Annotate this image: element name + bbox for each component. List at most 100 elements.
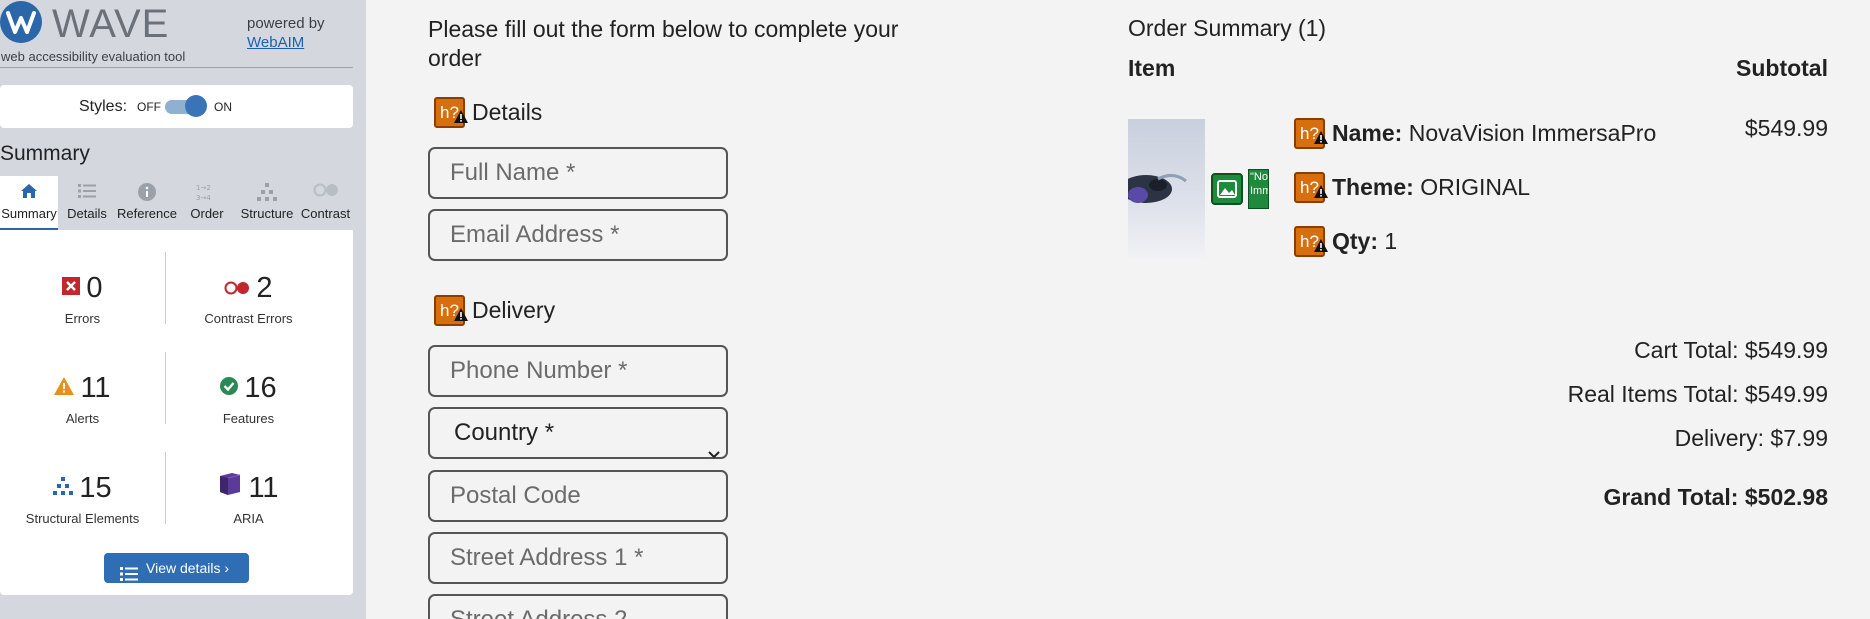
heading-badge-icon[interactable]: h? bbox=[1294, 118, 1328, 152]
country-select[interactable]: Country * bbox=[428, 407, 728, 459]
theme-value: ORIGINAL bbox=[1420, 174, 1531, 200]
styles-toggle-panel: Styles: OFF ON bbox=[0, 85, 353, 128]
error-icon bbox=[62, 270, 81, 302]
stat-alerts[interactable]: 11 Alerts bbox=[0, 372, 165, 426]
wave-logo-icon bbox=[0, 1, 42, 43]
item-subtotal: $549.99 bbox=[1744, 115, 1828, 141]
list-icon bbox=[120, 561, 138, 591]
qty-label: Qty: bbox=[1332, 228, 1378, 254]
postal-code-input[interactable]: Postal Code bbox=[428, 470, 728, 522]
tab-order[interactable]: 1→2 3→4 Order bbox=[178, 176, 236, 230]
stat-value: 11 bbox=[248, 472, 279, 504]
stat-value: 15 bbox=[79, 472, 112, 504]
cart-total: Cart Total: $549.99 bbox=[1634, 337, 1828, 363]
subtotal-column-header: Subtotal bbox=[1736, 55, 1828, 81]
chevron-down-icon bbox=[708, 428, 720, 475]
stat-value: 2 bbox=[256, 272, 273, 304]
toggle-on-label: ON bbox=[214, 100, 232, 114]
tab-label: Contrast bbox=[300, 206, 351, 221]
stat-label: Alerts bbox=[65, 411, 100, 427]
heading-badge-icon[interactable]: h? bbox=[1294, 172, 1328, 206]
warning-icon bbox=[1314, 179, 1328, 206]
warning-icon bbox=[1314, 125, 1328, 152]
order-summary-title: Order Summary (1) bbox=[1128, 15, 1327, 41]
wave-header: WAVE web accessibility evaluation tool p… bbox=[0, 0, 353, 68]
wave-tagline: web accessibility evaluation tool bbox=[1, 49, 186, 64]
phone-input[interactable]: Phone Number * bbox=[428, 345, 728, 397]
delivery-heading-text: Delivery bbox=[472, 297, 556, 323]
tab-structure[interactable]: Structure bbox=[236, 176, 298, 230]
stat-value: 16 bbox=[244, 372, 277, 404]
stat-label: Contrast Errors bbox=[204, 311, 293, 327]
street-address-2-input[interactable]: Street Address 2 bbox=[428, 594, 728, 619]
tab-details[interactable]: Details bbox=[58, 176, 116, 230]
theme-label: Theme: bbox=[1332, 174, 1414, 200]
stat-value: 11 bbox=[80, 372, 111, 404]
heading-badge-icon[interactable]: h? bbox=[434, 97, 468, 131]
name-label: Name: bbox=[1332, 120, 1403, 146]
tab-label: Order bbox=[190, 206, 224, 221]
tab-reference[interactable]: Reference bbox=[116, 176, 178, 230]
alert-icon bbox=[54, 370, 75, 402]
item-column-header: Item bbox=[1128, 55, 1176, 81]
contrast-error-icon bbox=[224, 270, 250, 302]
stat-label: ARIA bbox=[233, 511, 264, 527]
stat-label: Errors bbox=[64, 311, 101, 327]
stat-label: Structural Elements bbox=[25, 511, 140, 527]
summary-title: Summary bbox=[0, 142, 90, 165]
form-intro: Please fill out the form below to comple… bbox=[428, 16, 899, 71]
webaim-link[interactable]: WebAIM bbox=[247, 34, 304, 51]
aria-icon bbox=[218, 470, 242, 502]
wave-tabs: Summary Details Reference 1→2 3→4 Order S… bbox=[0, 176, 353, 230]
powered-by-label: powered by bbox=[247, 15, 325, 32]
contrast-icon bbox=[298, 176, 353, 206]
stat-label: Features bbox=[222, 411, 275, 427]
delivery-cost: Delivery: $7.99 bbox=[1674, 425, 1828, 451]
stat-contrast-errors[interactable]: 2 Contrast Errors bbox=[166, 272, 331, 326]
product-image bbox=[1128, 119, 1205, 259]
stat-features[interactable]: 16 Features bbox=[166, 372, 331, 426]
toggle-off-label: OFF bbox=[137, 100, 161, 114]
warning-icon bbox=[454, 104, 468, 131]
wave-sidebar: WAVE web accessibility evaluation tool p… bbox=[0, 0, 366, 619]
summary-panel: 0 Errors 2 Contrast Errors 11 Alerts 16 … bbox=[0, 230, 353, 595]
warning-icon bbox=[454, 302, 468, 329]
tab-label: Details bbox=[67, 206, 107, 221]
info-icon bbox=[116, 176, 178, 206]
heading-badge-icon[interactable]: h? bbox=[434, 295, 468, 329]
structure-icon bbox=[53, 470, 74, 502]
qty-value: 1 bbox=[1384, 228, 1398, 254]
structure-icon bbox=[236, 176, 298, 206]
svg-text:1→2: 1→2 bbox=[196, 184, 211, 192]
details-heading-text: Details bbox=[472, 99, 543, 125]
heading-badge-icon[interactable]: h? bbox=[1294, 226, 1328, 260]
svg-text:3→4: 3→4 bbox=[196, 194, 211, 202]
stat-value: 0 bbox=[86, 272, 103, 304]
view-details-button[interactable]: View details › bbox=[104, 553, 249, 583]
email-input[interactable]: Email Address * bbox=[428, 209, 728, 261]
home-icon bbox=[0, 176, 58, 206]
order-icon: 1→2 3→4 bbox=[178, 176, 236, 206]
tab-contrast[interactable]: Contrast bbox=[298, 176, 353, 230]
styles-label: Styles: bbox=[79, 98, 128, 115]
full-name-input[interactable]: Full Name * bbox=[428, 147, 728, 199]
street-address-1-input[interactable]: Street Address 1 * bbox=[428, 532, 728, 584]
grand-total: Grand Total: $502.98 bbox=[1603, 484, 1828, 510]
real-items-total: Real Items Total: $549.99 bbox=[1567, 381, 1828, 407]
image-feature-icon[interactable] bbox=[1211, 173, 1243, 205]
tab-summary[interactable]: Summary bbox=[0, 176, 58, 230]
feature-icon bbox=[220, 370, 239, 402]
stat-structural-elements[interactable]: 15 Structural Elements bbox=[0, 472, 165, 526]
powered-by: powered by WebAIM bbox=[247, 14, 325, 52]
warning-icon bbox=[1314, 233, 1328, 260]
stat-aria[interactable]: 11 ARIA bbox=[166, 472, 331, 526]
list-icon bbox=[58, 176, 116, 206]
view-details-label: View details › bbox=[146, 560, 230, 576]
wave-logo-text: WAVE bbox=[52, 2, 170, 46]
stat-errors[interactable]: 0 Errors bbox=[0, 272, 165, 326]
alt-text-badge[interactable]: "NovaVision ImmersaPro bbox=[1248, 169, 1269, 209]
styles-toggle-knob[interactable] bbox=[185, 95, 207, 117]
tab-label: Reference bbox=[117, 206, 177, 221]
tab-label: Structure bbox=[240, 206, 294, 221]
country-selected-value: Country * bbox=[454, 419, 555, 446]
